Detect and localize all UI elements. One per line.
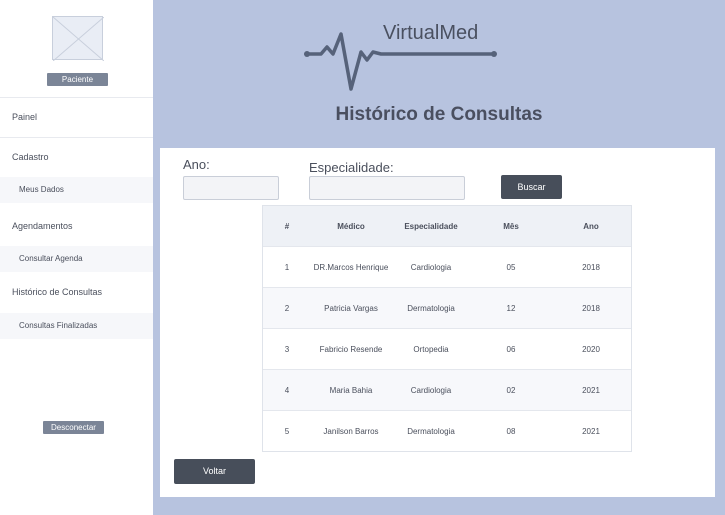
brand-name: VirtualMed <box>383 22 479 44</box>
image-placeholder-icon <box>53 17 104 61</box>
sidebar: Paciente Painel Cadastro Meus Dados Agen… <box>0 0 154 515</box>
cell-year: 2021 <box>582 385 600 395</box>
cell-number: 3 <box>284 344 290 354</box>
divider <box>0 97 153 98</box>
table-header-row: # Médico Especialidade Mês Ano <box>263 206 631 246</box>
sidebar-item-consultas-finalizadas[interactable]: Consultas Finalizadas <box>0 313 153 339</box>
year-input[interactable] <box>183 176 279 200</box>
cell-number: 1 <box>284 262 290 272</box>
sidebar-item-historico[interactable]: Histórico de Consultas <box>12 287 102 297</box>
cell-doctor: Janilson Barros <box>323 426 379 436</box>
back-button[interactable]: Voltar <box>174 459 255 484</box>
cell-doctor: Maria Bahia <box>329 385 373 395</box>
table-row[interactable]: 4 Maria Bahia Cardiologia 02 2021 <box>263 369 631 410</box>
cell-doctor: Fabricio Resende <box>319 344 383 354</box>
cell-month: 12 <box>506 303 516 313</box>
cell-number: 5 <box>284 426 290 436</box>
column-header-month: Mês <box>503 221 519 231</box>
cell-year: 2021 <box>582 426 600 436</box>
column-header-number: # <box>284 221 290 231</box>
cell-month: 02 <box>506 385 516 395</box>
cell-month: 08 <box>506 426 516 436</box>
sidebar-item-consultar-agenda[interactable]: Consultar Agenda <box>0 246 153 272</box>
consultations-table: # Médico Especialidade Mês Ano 1 DR.Marc… <box>262 205 632 452</box>
column-header-specialty: Especialidade <box>404 221 458 231</box>
cell-year: 2018 <box>582 303 600 313</box>
cell-year: 2020 <box>582 344 600 354</box>
disconnect-button[interactable]: Desconectar <box>43 421 104 434</box>
divider <box>0 137 153 138</box>
cell-doctor: Patricia Vargas <box>324 303 378 313</box>
cell-month: 05 <box>506 262 516 272</box>
avatar-placeholder <box>52 16 104 61</box>
table-row[interactable]: 2 Patricia Vargas Dermatologia 12 2018 <box>263 287 631 328</box>
sidebar-item-meus-dados[interactable]: Meus Dados <box>0 177 153 203</box>
cell-specialty: Cardiologia <box>410 385 452 395</box>
search-button[interactable]: Buscar <box>501 175 562 199</box>
cell-number: 2 <box>284 303 290 313</box>
column-header-year: Ano <box>583 221 599 231</box>
sidebar-item-painel[interactable]: Painel <box>12 112 37 122</box>
paciente-button[interactable]: Paciente <box>47 73 108 86</box>
specialty-input[interactable] <box>309 176 465 200</box>
sidebar-item-agendamentos[interactable]: Agendamentos <box>12 221 73 231</box>
cell-doctor: DR.Marcos Henrique <box>313 262 389 272</box>
cell-month: 06 <box>506 344 516 354</box>
page-title: Histórico de Consultas <box>335 104 543 125</box>
cell-specialty: Dermatologia <box>407 426 455 436</box>
table-row[interactable]: 5 Janilson Barros Dermatologia 08 2021 <box>263 410 631 451</box>
cell-specialty: Ortopedia <box>413 344 449 354</box>
cell-number: 4 <box>284 385 290 395</box>
table-row[interactable]: 1 DR.Marcos Henrique Cardiologia 05 2018 <box>263 246 631 287</box>
table-row[interactable]: 3 Fabricio Resende Ortopedia 06 2020 <box>263 328 631 369</box>
sidebar-item-cadastro[interactable]: Cadastro <box>12 152 49 162</box>
cell-specialty: Cardiologia <box>410 262 452 272</box>
column-header-doctor: Médico <box>337 221 365 231</box>
specialty-label: Especialidade: <box>309 160 394 175</box>
cell-year: 2018 <box>582 262 600 272</box>
year-label: Ano: <box>183 157 210 172</box>
cell-specialty: Dermatologia <box>407 303 455 313</box>
